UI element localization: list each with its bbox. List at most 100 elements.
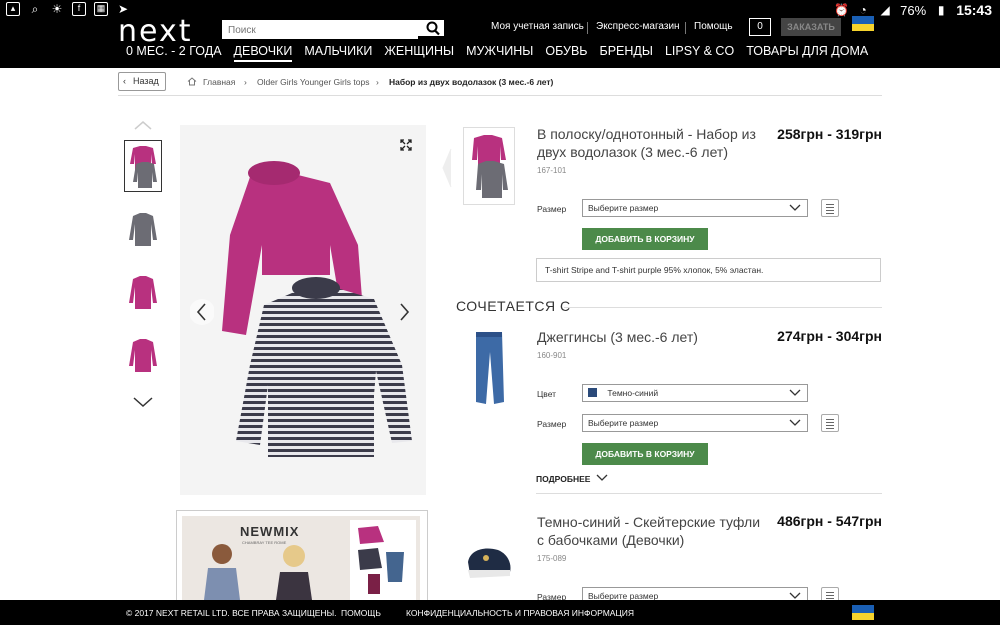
chevron-left-icon: ‹ [123,76,126,86]
jeggings-price: 274грн - 304грн [777,328,882,344]
kids-photo [204,520,416,600]
size-label: Размер [537,419,567,429]
chevron-down-icon[interactable] [133,396,153,408]
chevron-down-icon [596,474,608,481]
nav-lipsy[interactable]: LIPSY & CO [665,44,734,62]
size-select[interactable]: Выберите размер [582,199,808,217]
product-description: T-shirt Stripe and T-shirt purple 95% хл… [536,258,881,282]
promo-banner-image: NEWMIX CHAMBRAY TEE ROME [182,516,420,600]
copyright: © 2017 NEXT RETAIL LTD. ВСЕ ПРАВА ЗАЩИЩЕ… [126,608,337,618]
color-select[interactable]: Темно-синий [582,384,808,402]
messenger-icon: ▦ [94,2,108,16]
facebook-icon: f [72,2,86,16]
jeggings-size-select[interactable]: Выберите размер [582,414,808,432]
sweater-pair-image [472,135,508,198]
shoes-price: 486грн - 547грн [777,513,882,529]
back-button[interactable]: ‹ Назад [118,72,166,91]
account-link[interactable]: Моя учетная запись [491,20,584,36]
next-image-button[interactable] [392,297,416,327]
thumbnail-1[interactable] [124,140,162,192]
divider [564,307,882,308]
footer-privacy-link[interactable]: КОНФИДЕНЦИАЛЬНОСТЬ И ПРАВОВАЯ ИНФОРМАЦИЯ [406,608,634,618]
express-shop-link[interactable]: Экспресс-магазин [596,20,680,36]
size-guide-icon[interactable] [821,199,839,217]
size-select-value: Выберите размер [588,203,659,213]
gallery-icon: ▴ [6,2,20,16]
shoes-code: 175-089 [537,554,567,563]
chevron-down-icon [789,592,801,599]
previous-image-button[interactable] [190,297,214,327]
nav-shoes[interactable]: ОБУВЬ [545,44,587,62]
jeggings-add-to-cart-button[interactable]: ДОБАВИТЬ В КОРЗИНУ [582,443,708,465]
purple-sweater-image [129,276,157,309]
nav-girls[interactable]: ДЕВОЧКИ [233,44,293,62]
product-thumbnail[interactable] [463,127,515,205]
nav-boys[interactable]: МАЛЬЧИКИ [304,44,372,62]
search-icon: ⌕ [31,2,39,16]
sweater-pair-image [130,146,157,188]
search-box [222,20,444,39]
chevron-down-icon [789,389,801,396]
chevron-right-icon: › [376,77,379,87]
main-nav: 0 МЕС. - 2 ГОДА ДЕВОЧКИ МАЛЬЧИКИ ЖЕНЩИНЫ… [126,44,880,62]
color-select-value: Темно-синий [607,388,659,398]
battery-level: 76% [900,2,927,18]
thumbnail-2[interactable] [124,204,162,256]
breadcrumb-category[interactable]: Older Girls Younger Girls tops [257,77,369,87]
shoes-thumbnail[interactable] [463,516,515,594]
clock: 15:43 [956,2,992,18]
color-swatch [588,388,597,398]
divider [536,493,882,494]
wifi-icon: ◔ [859,3,867,17]
thumbnail-4[interactable] [124,330,162,382]
thumbnail-3[interactable] [124,267,162,319]
divider [685,22,686,34]
back-label: Назад [133,76,159,86]
more-details-link[interactable]: ПОДРОБНЕЕ [536,474,608,484]
help-link[interactable]: Помощь [694,20,733,36]
weather-icon: ☀ [51,2,63,16]
chevron-right-icon: › [244,77,247,87]
breadcrumb-current: Набор из двух водолазок (3 мес.-6 лет) [389,77,554,87]
turtleneck-set-image [222,161,412,457]
product-title: В полоску/однотонный - Набор из двух вод… [537,126,756,160]
search-icon[interactable] [424,20,442,36]
nav-women[interactable]: ЖЕНЩИНЫ [384,44,454,62]
product-code: 167-101 [537,166,567,175]
checkout-button[interactable]: ЗАКАЗАТЬ [781,18,841,36]
footer-help-link[interactable]: ПОМОЩЬ [341,608,381,618]
size-guide-icon[interactable] [821,414,839,432]
main-product-image[interactable] [180,125,426,495]
add-to-cart-button[interactable]: ДОБАВИТЬ В КОРЗИНУ [582,228,708,250]
size-select-value: Выберите размер [588,418,659,428]
purple-sweater-image [129,339,157,372]
site-header: next Моя учетная запись Экспресс-магазин… [0,14,1000,68]
skater-shoes-image [468,548,511,578]
search-input[interactable] [222,22,418,39]
ukraine-flag-icon[interactable] [852,16,874,31]
expand-icon[interactable] [400,139,412,151]
nav-men[interactable]: МУЖЧИНЫ [466,44,533,62]
jeggings-thumbnail[interactable] [463,328,515,406]
signal-icon: ◢ [880,3,890,17]
battery-icon: ▮ [937,3,945,17]
nav-home[interactable]: ТОВАРЫ ДЛЯ ДОМА [746,44,868,62]
shoes-title: Темно-синий - Скейтерские туфли с бабочк… [537,514,761,548]
pairs-with-heading: СОЧЕТАЕТСЯ С [456,298,571,314]
breadcrumb: ‹ Назад Главная › Older Girls Younger Gi… [118,72,882,96]
nav-baby[interactable]: 0 МЕС. - 2 ГОДА [126,44,222,62]
chevron-down-icon [789,419,801,426]
breadcrumb-home[interactable]: Главная [203,77,235,87]
ukraine-flag-icon[interactable] [852,605,874,620]
more-details-label: ПОДРОБНЕЕ [536,474,591,484]
shopping-bag-button[interactable]: 0 [749,18,771,36]
home-icon[interactable] [187,77,197,86]
nav-brands[interactable]: БРЕНДЫ [600,44,653,62]
striped-sweater-image [129,213,157,246]
chevron-up-icon[interactable] [134,120,152,130]
jeggings-title: Джеггинсы (3 мес.-6 лет) [537,329,698,345]
jeggings-code: 160-901 [537,351,567,360]
promo-banner[interactable]: NEWMIX CHAMBRAY TEE ROME [176,510,428,602]
chevron-down-icon [789,204,801,211]
collapse-panel-arrow[interactable] [442,148,452,188]
